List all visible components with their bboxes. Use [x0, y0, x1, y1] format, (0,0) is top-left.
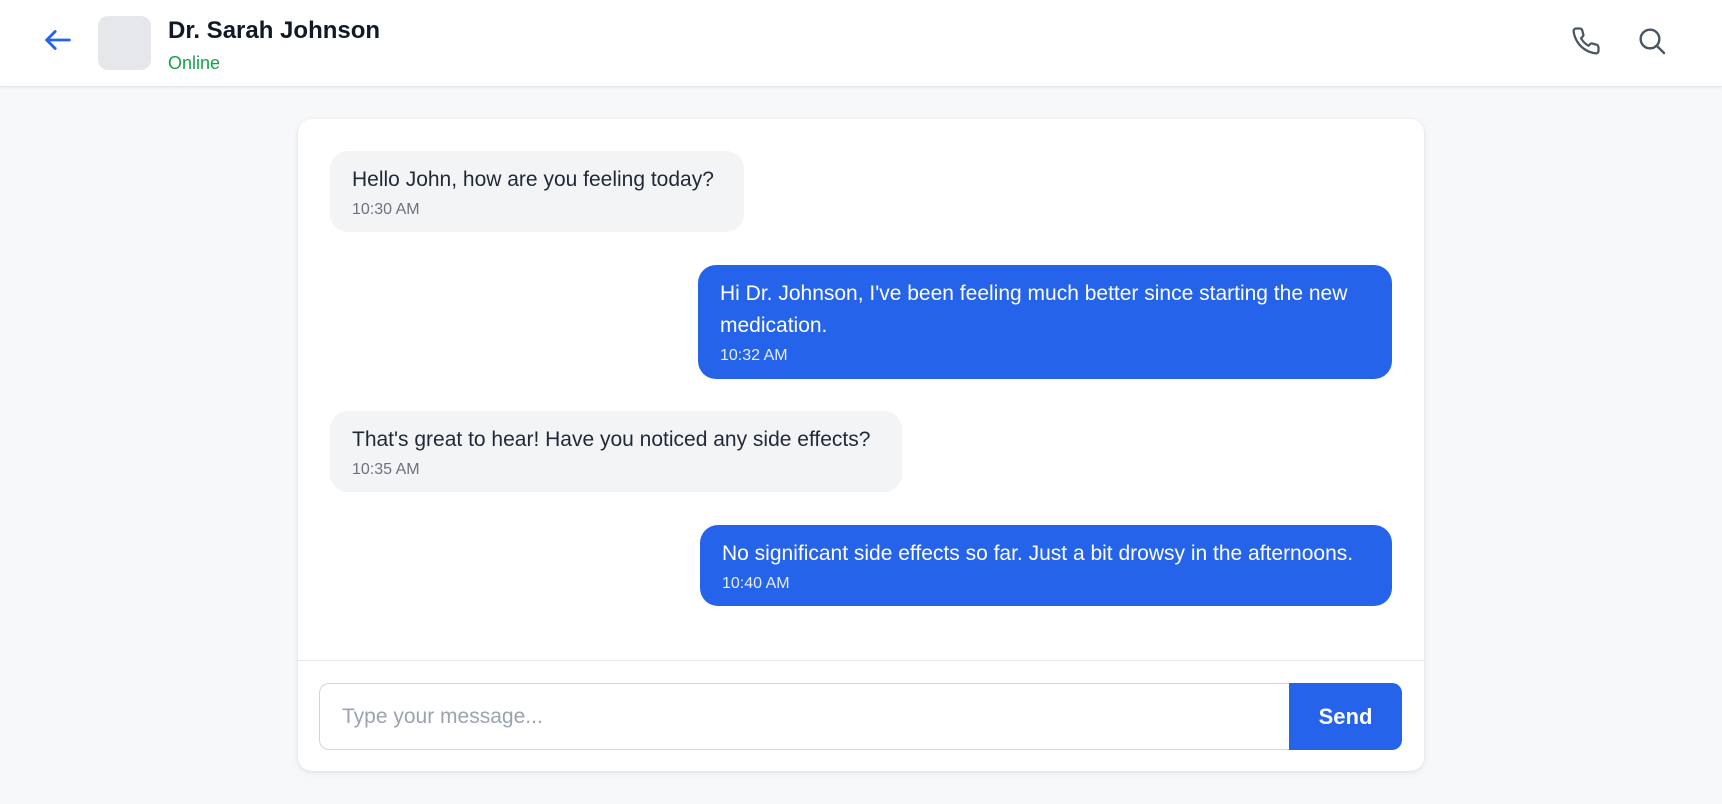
avatar — [98, 16, 151, 70]
search-icon — [1636, 25, 1668, 62]
message-text: Hi Dr. Johnson, I've been feeling much b… — [720, 282, 1348, 337]
message-text: That's great to hear! Have you noticed a… — [352, 428, 871, 451]
message-time: 10:30 AM — [352, 201, 420, 218]
chat-panel: Hello John, how are you feeling today? 1… — [298, 119, 1424, 771]
back-button[interactable] — [38, 22, 78, 62]
send-button[interactable]: Send — [1289, 683, 1402, 750]
message-input[interactable] — [319, 683, 1290, 750]
message-time: 10:35 AM — [352, 461, 420, 478]
message-outgoing: Hi Dr. Johnson, I've been feeling much b… — [698, 265, 1392, 379]
call-button[interactable] — [1566, 23, 1606, 63]
message-outgoing: No significant side effects so far. Just… — [700, 525, 1392, 606]
message-text: No significant side effects so far. Just… — [722, 542, 1354, 565]
message-time: 10:40 AM — [722, 575, 790, 592]
message-time: 10:32 AM — [720, 347, 788, 364]
online-status: Online — [168, 53, 221, 73]
contact-name: Dr. Sarah Johnson — [168, 17, 381, 44]
message-incoming: Hello John, how are you feeling today? 1… — [330, 151, 744, 232]
message-incoming: That's great to hear! Have you noticed a… — [330, 411, 902, 492]
phone-icon — [1571, 26, 1601, 61]
message-text: Hello John, how are you feeling today? — [352, 168, 714, 191]
search-button[interactable] — [1632, 23, 1672, 63]
chat-header: Dr. Sarah Johnson Online — [0, 0, 1722, 87]
arrow-left-icon — [41, 23, 75, 62]
composer-divider — [298, 660, 1424, 661]
